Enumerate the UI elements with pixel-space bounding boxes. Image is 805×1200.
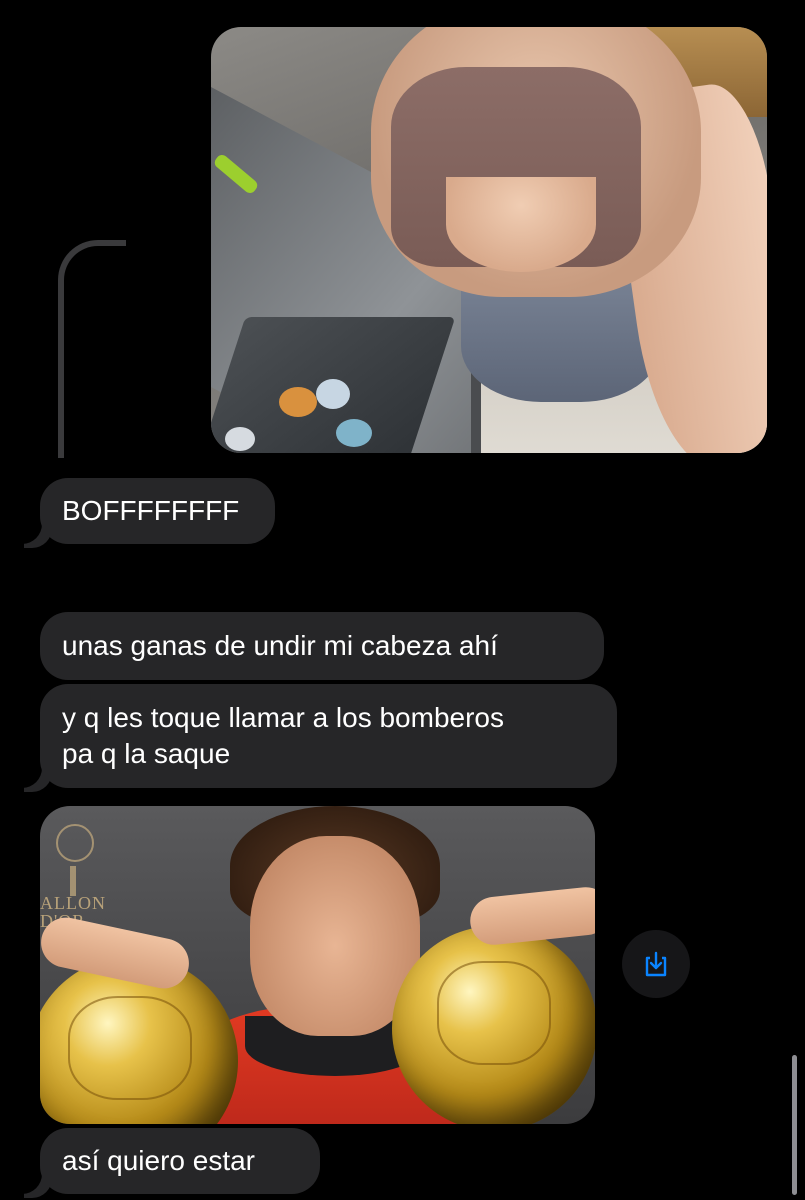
reply-thread-line: [58, 240, 126, 458]
save-download-icon: [645, 951, 667, 977]
photo-cup: [225, 427, 255, 451]
incoming-message-bubble[interactable]: BOFFFFFFFF: [40, 478, 275, 544]
bubble-tail: [14, 518, 42, 544]
incoming-photo-message[interactable]: ALLON D'OR: [40, 806, 595, 1124]
message-text: así quiero estar: [62, 1145, 255, 1176]
incoming-message-bubble[interactable]: y q les toque llamar a los bomberos pa q…: [40, 684, 617, 788]
photo-chest: [446, 177, 596, 272]
bubble-tail: [14, 1168, 42, 1194]
message-text-line: pa q la saque: [62, 738, 231, 769]
watermark-line: ALLON: [40, 893, 106, 913]
save-image-button[interactable]: [622, 930, 690, 998]
scrollbar[interactable]: [792, 1055, 797, 1195]
message-text-line: y q les toque llamar a los bomberos: [62, 702, 504, 733]
incoming-message-bubble[interactable]: unas ganas de undir mi cabeza ahí: [40, 612, 604, 680]
incoming-message-bubble[interactable]: así quiero estar: [40, 1128, 320, 1194]
photo-cup: [336, 419, 372, 447]
message-text: BOFFFFFFFF: [62, 495, 240, 526]
conversation-view: BOFFFFFFFF unas ganas de undir mi cabeza…: [0, 0, 805, 1200]
photo-cup: [279, 387, 317, 417]
bubble-tail: [14, 762, 42, 788]
outgoing-photo-message[interactable]: [211, 27, 767, 453]
photo-hand: [467, 884, 595, 948]
golden-ball-trophy: [392, 926, 595, 1124]
photo-cup: [316, 379, 350, 409]
message-text: unas ganas de undir mi cabeza ahí: [62, 630, 498, 661]
